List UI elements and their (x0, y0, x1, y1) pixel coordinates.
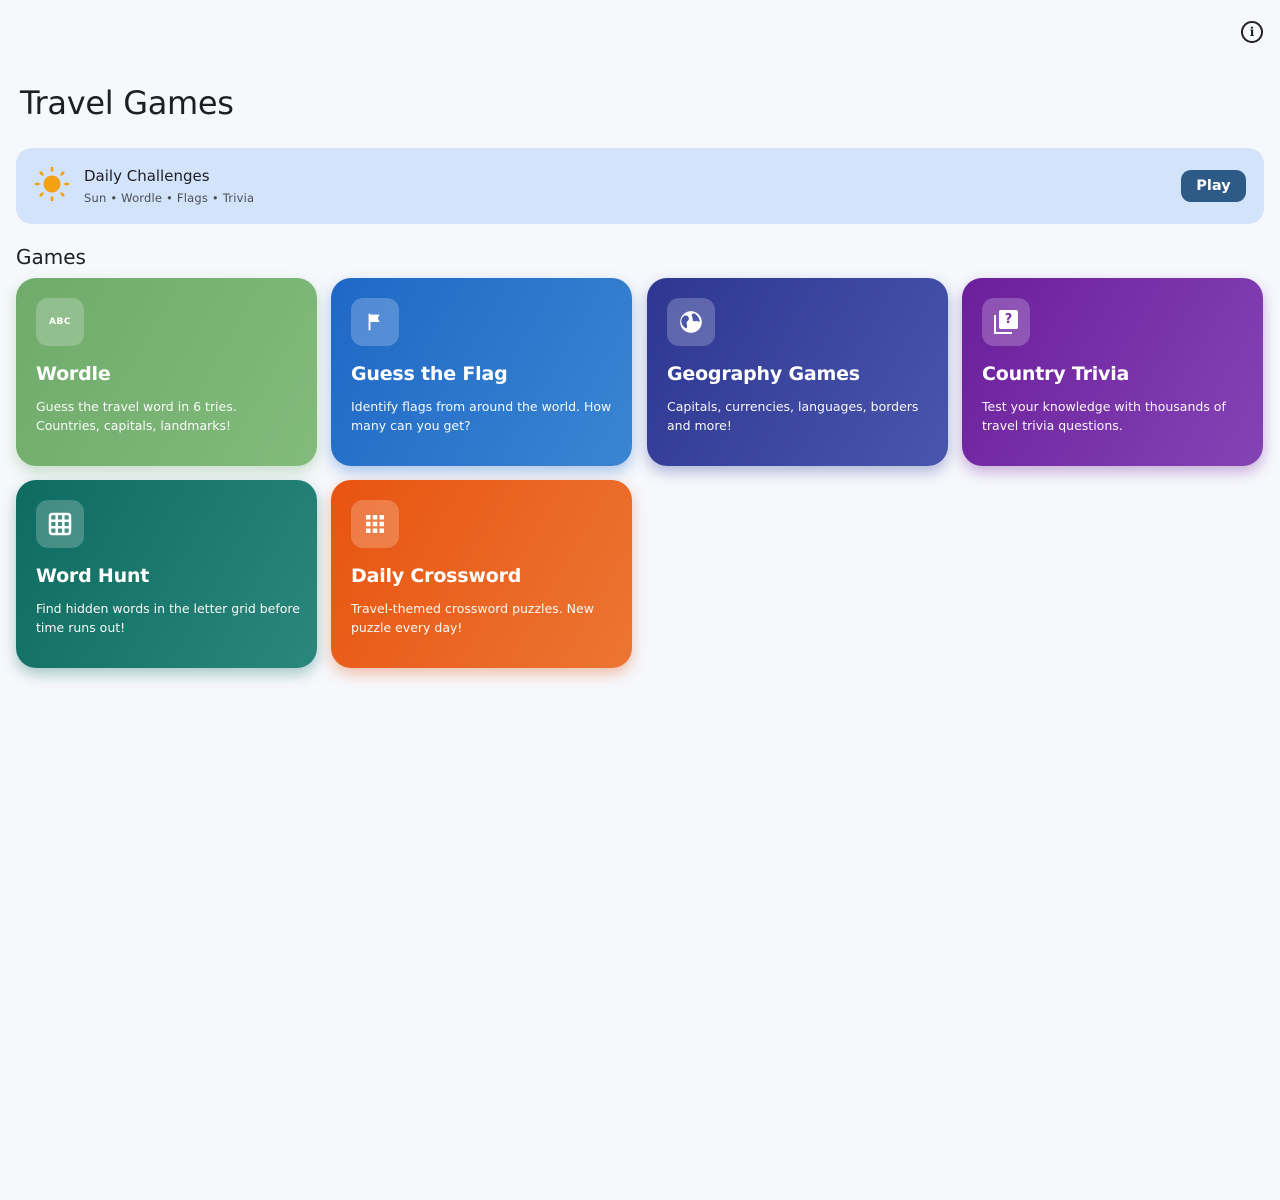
game-card-title: Guess the Flag (351, 363, 508, 385)
game-card-description: Capitals, currencies, languages, borders… (667, 399, 919, 433)
game-card-word-hunt[interactable]: Word Hunt Find hidden words in the lette… (16, 480, 317, 668)
game-card-title: Country Trivia (982, 363, 1130, 385)
game-card-description: Test your knowledge with thousands of tr… (982, 399, 1226, 433)
game-card-title: Wordle (36, 363, 111, 385)
daily-challenges-title: Daily Challenges (84, 167, 210, 185)
sun-icon (34, 166, 70, 202)
game-card-description: Guess the travel word in 6 tries. Countr… (36, 399, 237, 433)
game-card-description: Identify flags from around the world. Ho… (351, 399, 612, 433)
game-card-daily-crossword[interactable]: Daily Crossword Travel-themed crossword … (331, 480, 632, 668)
game-card-title: Daily Crossword (351, 565, 522, 587)
globe-icon (667, 298, 715, 346)
abc-icon: ABC (36, 298, 84, 346)
game-card-wordle[interactable]: ABC Wordle Guess the travel word in 6 tr… (16, 278, 317, 466)
info-icon[interactable]: i (1241, 21, 1263, 43)
game-card-description: Travel-themed crossword puzzles. New puz… (351, 601, 594, 635)
games-section-title: Games (16, 245, 86, 269)
game-card-guess-the-flag[interactable]: Guess the Flag Identify flags from aroun… (331, 278, 632, 466)
play-button[interactable]: Play (1181, 170, 1246, 202)
game-card-country-trivia[interactable]: ? Country Trivia Test your knowledge wit… (962, 278, 1263, 466)
daily-challenges-subtitle: Sun • Wordle • Flags • Trivia (84, 191, 255, 205)
grid-icon (36, 500, 84, 548)
apps-icon (351, 500, 399, 548)
game-card-description: Find hidden words in the letter grid bef… (36, 601, 300, 635)
game-card-title: Geography Games (667, 363, 860, 385)
game-card-geography-games[interactable]: Geography Games Capitals, currencies, la… (647, 278, 948, 466)
flag-icon (351, 298, 399, 346)
page-title: Travel Games (20, 84, 234, 122)
daily-challenges-banner[interactable] (16, 148, 1264, 224)
game-card-title: Word Hunt (36, 565, 150, 587)
quiz-icon: ? (982, 298, 1030, 346)
